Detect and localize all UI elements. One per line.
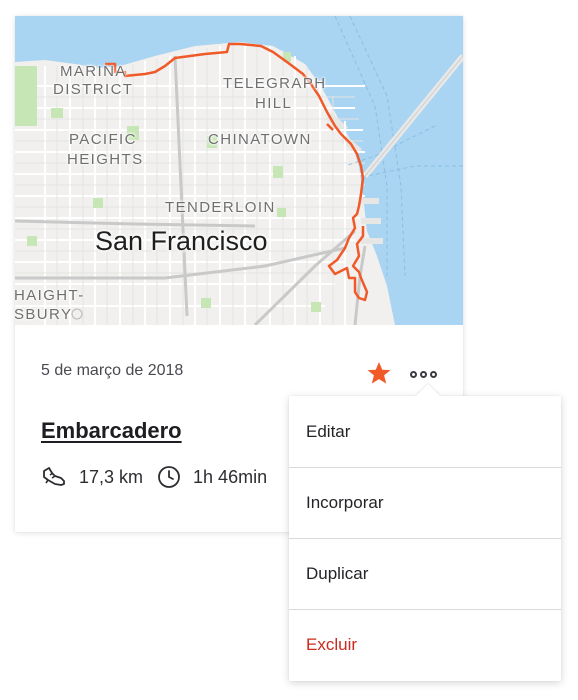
map-label-district: DISTRICT xyxy=(53,81,134,98)
more-dot xyxy=(410,370,417,378)
shoe-icon xyxy=(43,467,65,486)
map-label-haight: HAIGHT- xyxy=(15,287,85,304)
menu-item-duplicate[interactable]: Duplicar xyxy=(289,538,561,609)
more-dot xyxy=(420,370,427,378)
duration-stat: 1h 46min xyxy=(157,465,267,489)
map-label-marina: MARINA xyxy=(60,63,127,80)
map-label-city: San Francisco xyxy=(95,226,268,256)
activity-title-link[interactable]: Embarcadero xyxy=(41,418,182,444)
map-label-pacific: PACIFIC xyxy=(69,131,137,148)
more-options-icon[interactable] xyxy=(410,368,438,380)
duration-value: 1h 46min xyxy=(193,466,268,487)
activity-stats: 17,3 km 1h 46min xyxy=(41,463,281,491)
clock-icon xyxy=(158,466,180,488)
activity-date: 5 de março de 2018 xyxy=(41,362,184,379)
map-label-heights: HEIGHTS xyxy=(67,151,144,168)
menu-item-embed[interactable]: Incorporar xyxy=(289,467,561,538)
star-icon[interactable] xyxy=(366,360,392,386)
options-dropdown-menu: Editar Incorporar Duplicar Excluir xyxy=(289,396,561,681)
map-label-hill: HILL xyxy=(255,95,293,112)
map-label-telegraph: TELEGRAPH xyxy=(223,75,327,92)
more-dot xyxy=(430,370,437,378)
menu-item-delete[interactable]: Excluir xyxy=(289,609,561,680)
menu-caret xyxy=(416,384,440,396)
route-map[interactable]: MARINA DISTRICT TELEGRAPH HILL PACIFIC H… xyxy=(15,16,463,325)
menu-item-edit[interactable]: Editar xyxy=(289,396,561,467)
map-label-chinatown: CHINATOWN xyxy=(208,131,312,148)
map-label-ashbury: SBURY xyxy=(15,306,73,323)
distance-value: 17,3 km xyxy=(79,466,144,487)
map-label-tenderloin: TENDERLOIN xyxy=(165,199,276,216)
distance-stat: 17,3 km xyxy=(41,465,143,489)
